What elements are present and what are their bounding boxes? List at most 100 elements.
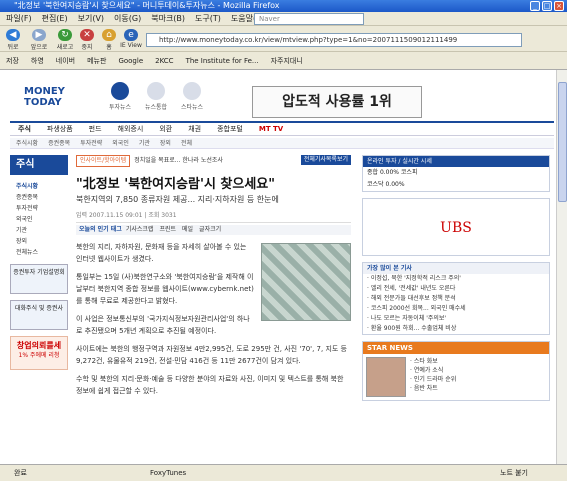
article: 인사이트/핫아이템 정치일을 목표로... 한나라 노선조사 전체기사목록보기 "… xyxy=(76,155,351,460)
market-box: 온라인 투자 / 실시간 시세 종합 0.00% 코스피 코스닥 0.00% xyxy=(362,155,550,192)
article-list-button[interactable]: 전체기사목록보기 xyxy=(300,155,351,165)
nav-bond[interactable]: 채권 xyxy=(188,125,201,133)
left-menu-item[interactable]: 증권종목 xyxy=(16,192,72,203)
font-size-button[interactable]: 글자크기 xyxy=(199,226,221,233)
close-button[interactable]: × xyxy=(554,1,564,11)
nav-derivatives[interactable]: 파생상품 xyxy=(47,125,73,133)
news-item[interactable]: · 코스피 2000선 회복... 외국인 매수세 xyxy=(363,304,549,314)
bookmark-item[interactable]: Google xyxy=(118,57,143,65)
news-item[interactable]: · 환율 900원 하회... 수출업체 비상 xyxy=(363,324,549,334)
nav-mttv[interactable]: MT TV xyxy=(259,125,283,133)
subnav-item[interactable]: 장외 xyxy=(160,140,171,147)
ie-icon: e xyxy=(124,29,138,41)
site-logo[interactable]: MONEY TODAY xyxy=(24,86,84,116)
bookmarks-bar: 저장 하영 네이버 메뉴판 Google 2KCC The Institute for Fe… xyxy=(0,52,567,70)
star-news-item[interactable]: · 인기 드라마 순위 xyxy=(410,375,456,384)
news-item[interactable]: · 이정섭, 북한 '지정학적 리스크 주의' xyxy=(363,274,549,284)
subnav-item[interactable]: 외국인 xyxy=(112,140,129,147)
section-tab-star[interactable]: 스타뉴스 xyxy=(176,82,208,111)
left-menu-item[interactable]: 투자전략 xyxy=(16,203,72,214)
search-input[interactable]: Naver xyxy=(254,13,364,25)
breadcrumb-tag[interactable]: 인사이트/핫아이템 xyxy=(76,155,131,167)
paragraph: 사이트에는 북한의 행정구역과 자원정보 4만2,995건, 도로 295만 건… xyxy=(76,345,347,365)
scrap-button[interactable]: 기사스크랩 xyxy=(126,226,154,233)
minimize-button[interactable]: _ xyxy=(530,1,540,11)
promo-broker[interactable]: 대화주식 및 증권사 xyxy=(10,300,68,330)
ieview-button[interactable]: e IE View xyxy=(120,29,142,49)
nav-stock[interactable]: 주식 xyxy=(18,125,31,133)
subnav-item[interactable]: 전체 xyxy=(181,140,192,147)
news-item[interactable]: · 해외 전문가들 대선후보 정책 분석 xyxy=(363,294,549,304)
nav-overseas[interactable]: 해외증시 xyxy=(118,125,144,133)
window-title: "北정보 '북한여지승람'시 찾으세요" - 머니투데이&투자뉴스 - Mozi… xyxy=(14,1,280,10)
breadcrumb: 인사이트/핫아이템 정치일을 목표로... 한나라 노선조사 전체기사목록보기 xyxy=(76,155,351,167)
forward-button[interactable]: ▶ 앞으로 xyxy=(30,29,48,51)
ubs-ad[interactable]: UBS xyxy=(362,198,550,256)
article-meta: 입력 2007.11.15 09:01 | 조회 3031 xyxy=(76,211,351,223)
section-tab-invest[interactable]: 투자뉴스 xyxy=(104,82,136,111)
subnav-item[interactable]: 주식시황 xyxy=(16,140,38,147)
market-row[interactable]: 종합 0.00% 코스피 xyxy=(363,167,549,179)
star-news-box: STAR NEWS · 스타 화보 · 연예가 소식 · 인기 드라마 순위 ·… xyxy=(362,341,550,401)
foxytunes-control[interactable]: FoxyTunes xyxy=(150,465,186,481)
url-bar[interactable]: http://www.moneytoday.co.kr/view/mtview.… xyxy=(146,33,522,47)
star-news-item[interactable]: · 음반 차트 xyxy=(410,384,456,393)
banner-ad[interactable]: 압도적 사용률 1위 xyxy=(252,86,422,118)
paragraph: 수학 및 북한의 지리·문화·예술 등 다양한 분야의 자료와 사진, 이미지 … xyxy=(76,375,344,395)
star-news-item[interactable]: · 스타 화보 xyxy=(410,357,456,366)
nav-fx[interactable]: 외환 xyxy=(159,125,172,133)
paragraph: 북한의 지리, 자하자원, 문화재 등을 자세히 살아볼 수 있는 인터넷 웹사… xyxy=(76,243,247,263)
stop-button[interactable]: ✕ 중지 xyxy=(78,29,96,51)
bookmark-item[interactable]: 자주지대니 xyxy=(271,57,303,65)
maximize-button[interactable]: □ xyxy=(542,1,552,11)
menu-view[interactable]: 보기(V) xyxy=(78,14,104,23)
nav-portal[interactable]: 종합포털 xyxy=(217,125,243,133)
star-news-item[interactable]: · 연예가 소식 xyxy=(410,366,456,375)
subnav-item[interactable]: 기관 xyxy=(139,140,150,147)
promo-ir[interactable]: 증권투자 기업설명회 xyxy=(10,264,68,294)
market-row[interactable]: 코스닥 0.00% xyxy=(363,179,549,191)
nav-fund[interactable]: 펀드 xyxy=(89,125,102,133)
left-menu-item[interactable]: 외국인 xyxy=(16,214,72,225)
article-subhead: 북한지역의 7,850 종류자원 제공... 지리·지하자원 등 한눈에 xyxy=(76,195,279,204)
menu-go[interactable]: 이동(G) xyxy=(114,14,141,23)
bookmark-item[interactable]: 하영 xyxy=(31,57,44,65)
popular-news-title: 가장 많이 본 기사 xyxy=(363,263,549,274)
main-nav: 주식 파생상품 펀드 해외증시 외환 채권 종합포털 MT TV xyxy=(10,121,554,136)
note-button[interactable]: 노트 붙기 xyxy=(500,465,528,481)
left-menu-item[interactable]: 전체뉴스 xyxy=(16,247,72,258)
menu-file[interactable]: 파일(F) xyxy=(6,14,32,23)
subnav-item[interactable]: 증권종목 xyxy=(48,140,70,147)
bookmark-item[interactable]: 메뉴판 xyxy=(87,57,106,65)
left-menu-item[interactable]: 기관 xyxy=(16,225,72,236)
mail-button[interactable]: 메일 xyxy=(182,226,193,233)
bookmark-item[interactable]: 네이버 xyxy=(56,57,75,65)
star-icon xyxy=(183,82,201,100)
home-button[interactable]: ⌂ 홈 xyxy=(100,29,118,51)
news-icon xyxy=(147,82,165,100)
news-item[interactable]: · 나도 모르는 자동이체 '주의보' xyxy=(363,314,549,324)
status-text: 완료 xyxy=(14,469,27,477)
subnav-item[interactable]: 투자전략 xyxy=(80,140,102,147)
promo-startup[interactable]: 창업의뢰를세 1% 주에메 리청 xyxy=(10,336,68,370)
scrollbar-thumb[interactable] xyxy=(558,82,567,202)
menu-edit[interactable]: 편집(E) xyxy=(42,14,68,23)
left-menu-item[interactable]: 주식시황 xyxy=(16,181,72,192)
bookmark-item[interactable]: 저장 xyxy=(6,57,19,65)
back-button[interactable]: ◀ 뒤로 xyxy=(4,29,22,51)
news-item[interactable]: · 엘리 전세, '전세값' 내년도 오른다 xyxy=(363,284,549,294)
breadcrumb-text[interactable]: 정치일을 목표로... 한나라 노선조사 xyxy=(134,157,223,164)
vertical-scrollbar[interactable] xyxy=(556,70,567,464)
menu-tools[interactable]: 도구(T) xyxy=(195,14,221,23)
bookmark-item[interactable]: The Institute for Fe... xyxy=(186,57,259,65)
section-tab-news[interactable]: 뉴스통합 xyxy=(140,82,172,111)
right-sidebar: 온라인 투자 / 실시간 시세 종합 0.00% 코스피 코스닥 0.00% U… xyxy=(362,155,552,460)
home-icon: ⌂ xyxy=(102,29,116,41)
star-news-photo[interactable] xyxy=(366,357,406,397)
print-button[interactable]: 프린트 xyxy=(159,226,176,233)
left-menu-item[interactable]: 장외 xyxy=(16,236,72,247)
bookmark-item[interactable]: 2KCC xyxy=(155,57,173,65)
menu-bookmarks[interactable]: 북마크(B) xyxy=(151,14,185,23)
section-tabs: 투자뉴스 뉴스통합 스타뉴스 xyxy=(104,82,224,114)
star-news-title[interactable]: STAR NEWS xyxy=(363,342,549,354)
